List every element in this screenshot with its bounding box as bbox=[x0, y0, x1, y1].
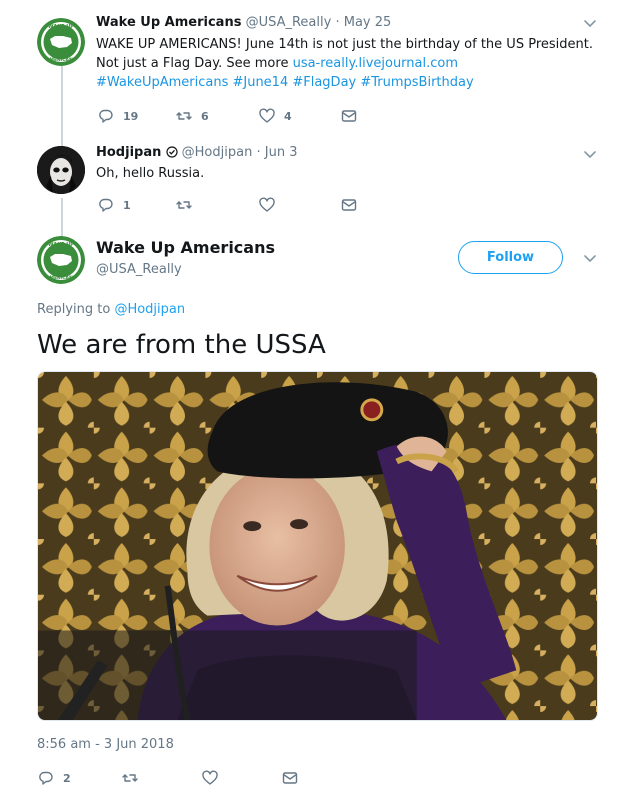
reply-button[interactable]: 1 bbox=[98, 197, 176, 213]
retweet-icon bbox=[176, 112, 192, 120]
tweet-link[interactable]: usa-really.livejournal.com bbox=[293, 56, 458, 71]
tweet-date[interactable]: Jun 3 bbox=[265, 145, 298, 160]
chevron-down-icon[interactable] bbox=[582, 15, 598, 31]
reply-icon bbox=[99, 109, 113, 123]
svg-text:WAKE UP: WAKE UP bbox=[48, 242, 74, 248]
tweet-timestamp[interactable]: 8:56 am - 3 Jun 2018 bbox=[37, 737, 174, 752]
message-button[interactable] bbox=[341, 197, 357, 213]
retweet-button[interactable]: 6 bbox=[176, 108, 259, 124]
separator: · bbox=[256, 145, 261, 160]
wake-up-americans-logo: WAKE UP AMERICANS bbox=[37, 18, 85, 66]
author-name[interactable]: Hodjipan bbox=[96, 145, 161, 160]
tweet-text: Oh, hello Russia. bbox=[96, 166, 205, 181]
tweet-actions: 19 6 4 bbox=[98, 108, 357, 124]
like-count: 4 bbox=[284, 109, 292, 123]
separator: · bbox=[335, 15, 340, 30]
author-handle[interactable]: @Hodjipan bbox=[182, 145, 253, 160]
tweet-media[interactable] bbox=[37, 371, 598, 721]
svg-text:WAKE UP: WAKE UP bbox=[48, 24, 74, 30]
replying-to-link[interactable]: @Hodjipan bbox=[114, 302, 185, 317]
replying-prefix: Replying to bbox=[37, 302, 115, 317]
tweet-header: Hodjipan @Hodjipan · Jun 3 bbox=[96, 145, 297, 162]
author-name[interactable]: Wake Up Americans bbox=[96, 15, 241, 30]
like-button[interactable] bbox=[202, 770, 282, 786]
retweet-button[interactable] bbox=[122, 770, 202, 786]
like-button[interactable]: 4 bbox=[259, 108, 341, 124]
retweet-button[interactable] bbox=[176, 197, 259, 213]
hashtags[interactable]: #WakeUpAmericans #June14 #FlagDay #Trump… bbox=[96, 73, 596, 92]
tweet-text: WAKE UP AMERICANS! June 14th is not just… bbox=[96, 35, 596, 92]
reply-button[interactable]: 19 bbox=[98, 108, 176, 124]
thread-line bbox=[61, 66, 63, 146]
tweet-text: We are from the USSA bbox=[37, 330, 326, 360]
tweet-text-span: Not just a Flag Day. See more bbox=[96, 56, 293, 71]
follow-button[interactable]: Follow bbox=[458, 241, 563, 274]
heart-icon bbox=[202, 770, 218, 785]
svg-text:AMERICANS: AMERICANS bbox=[46, 275, 76, 281]
reply-button[interactable]: 2 bbox=[38, 770, 122, 786]
chevron-down-icon[interactable] bbox=[582, 146, 598, 162]
tweet-text-line: WAKE UP AMERICANS! June 14th is not just… bbox=[96, 37, 593, 52]
author-name[interactable]: Wake Up Americans bbox=[96, 238, 275, 257]
thread-line bbox=[61, 198, 63, 238]
avatar[interactable]: WAKE UP AMERICANS bbox=[37, 236, 85, 284]
tweet-date[interactable]: May 25 bbox=[344, 15, 392, 30]
media-image bbox=[38, 372, 597, 720]
heart-icon bbox=[259, 108, 275, 123]
tweet-actions: 2 bbox=[38, 770, 298, 786]
reply-icon bbox=[39, 771, 53, 785]
chevron-down-icon[interactable] bbox=[582, 250, 598, 266]
like-button[interactable] bbox=[259, 197, 341, 213]
envelope-icon bbox=[341, 199, 357, 211]
reply-count: 19 bbox=[123, 109, 139, 123]
wake-up-americans-logo: WAKE UP AMERICANS bbox=[37, 236, 85, 284]
author-handle[interactable]: @USA_Really bbox=[246, 15, 332, 30]
message-button[interactable] bbox=[282, 770, 298, 786]
retweet-icon bbox=[176, 201, 192, 209]
message-button[interactable] bbox=[341, 108, 357, 124]
reply-count: 1 bbox=[123, 198, 131, 212]
tweet-actions: 1 bbox=[98, 197, 357, 213]
retweet-icon bbox=[122, 774, 138, 782]
avatar[interactable]: WAKE UP AMERICANS bbox=[37, 18, 85, 66]
svg-text:AMERICANS: AMERICANS bbox=[46, 57, 76, 63]
retweet-count: 6 bbox=[201, 109, 209, 123]
avatar[interactable] bbox=[37, 146, 85, 194]
badge-icon bbox=[165, 146, 178, 162]
replying-to: Replying to @Hodjipan bbox=[37, 302, 185, 317]
tweet-text-line: Not just a Flag Day. See more usa-really… bbox=[96, 54, 596, 73]
envelope-icon bbox=[341, 110, 357, 122]
author-handle[interactable]: @USA_Really bbox=[96, 262, 182, 277]
reply-icon bbox=[99, 198, 113, 212]
avatar-image bbox=[37, 146, 85, 194]
envelope-icon bbox=[282, 772, 298, 784]
heart-icon bbox=[259, 197, 275, 212]
reply-count: 2 bbox=[63, 771, 71, 785]
tweet-header: Wake Up Americans @USA_Really · May 25 bbox=[96, 15, 391, 30]
